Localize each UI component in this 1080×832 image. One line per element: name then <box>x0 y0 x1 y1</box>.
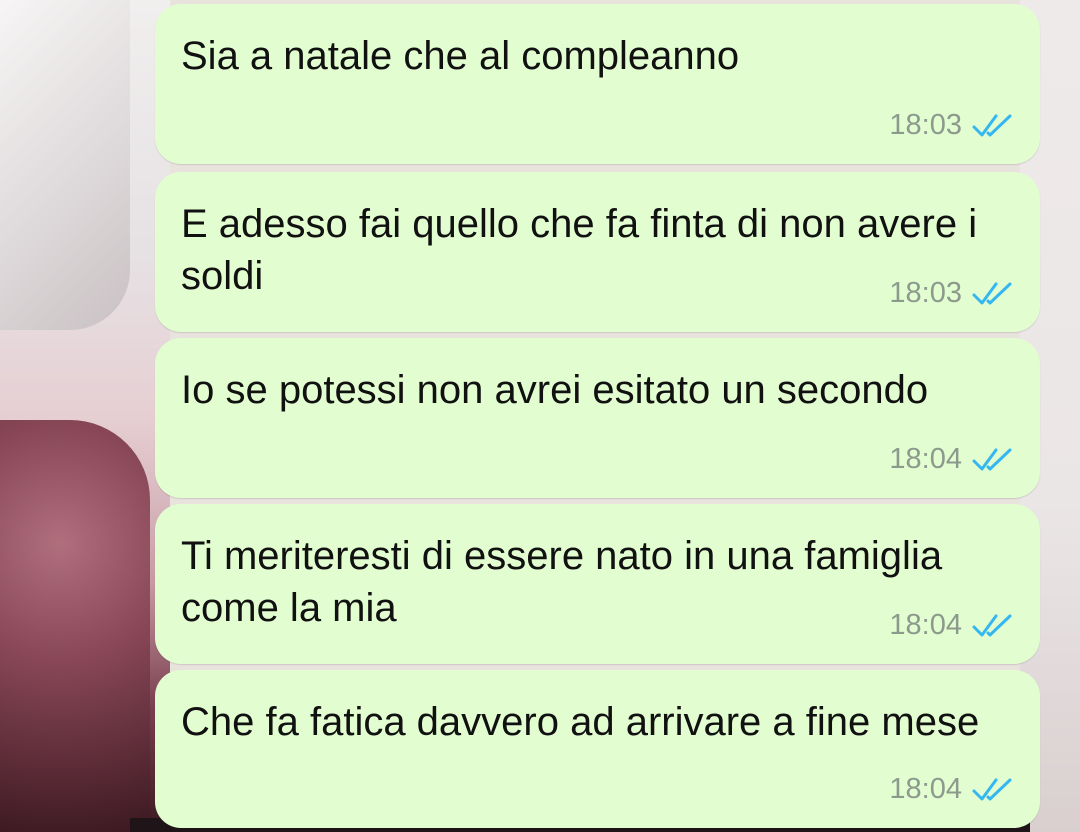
double-check-icon <box>972 614 1012 636</box>
message-text: Ti meriteresti di essere nato in una fam… <box>181 534 943 630</box>
message-meta: 18:03 <box>889 109 1014 142</box>
message-meta: 18:03 <box>889 277 1014 310</box>
message-text: Che fa fatica davvero ad arrivare a fine… <box>181 700 980 744</box>
message-meta: 18:04 <box>889 773 1014 806</box>
message-time: 18:03 <box>889 277 962 309</box>
double-check-icon <box>972 282 1012 304</box>
outgoing-message[interactable]: E adesso fai quello che fa finta di non … <box>155 172 1040 332</box>
message-text: Sia a natale che al compleanno <box>181 34 740 78</box>
outgoing-message[interactable]: Sia a natale che al compleanno 18:03 <box>155 4 1040 164</box>
double-check-icon <box>972 778 1012 800</box>
message-text: Io se potessi non avrei esitato un secon… <box>181 368 929 412</box>
wallpaper-shape-top <box>0 0 130 330</box>
outgoing-message[interactable]: Io se potessi non avrei esitato un secon… <box>155 338 1040 498</box>
double-check-icon <box>972 114 1012 136</box>
message-meta: 18:04 <box>889 609 1014 642</box>
message-time: 18:04 <box>889 443 962 475</box>
message-time: 18:03 <box>889 109 962 141</box>
outgoing-message[interactable]: Ti meriteresti di essere nato in una fam… <box>155 504 1040 664</box>
message-meta: 18:04 <box>889 443 1014 476</box>
message-time: 18:04 <box>889 609 962 641</box>
outgoing-message[interactable]: Che fa fatica davvero ad arrivare a fine… <box>155 670 1040 828</box>
wallpaper-shape-bottom <box>0 420 150 832</box>
message-time: 18:04 <box>889 773 962 805</box>
message-text: E adesso fai quello che fa finta di non … <box>181 202 978 298</box>
double-check-icon <box>972 448 1012 470</box>
